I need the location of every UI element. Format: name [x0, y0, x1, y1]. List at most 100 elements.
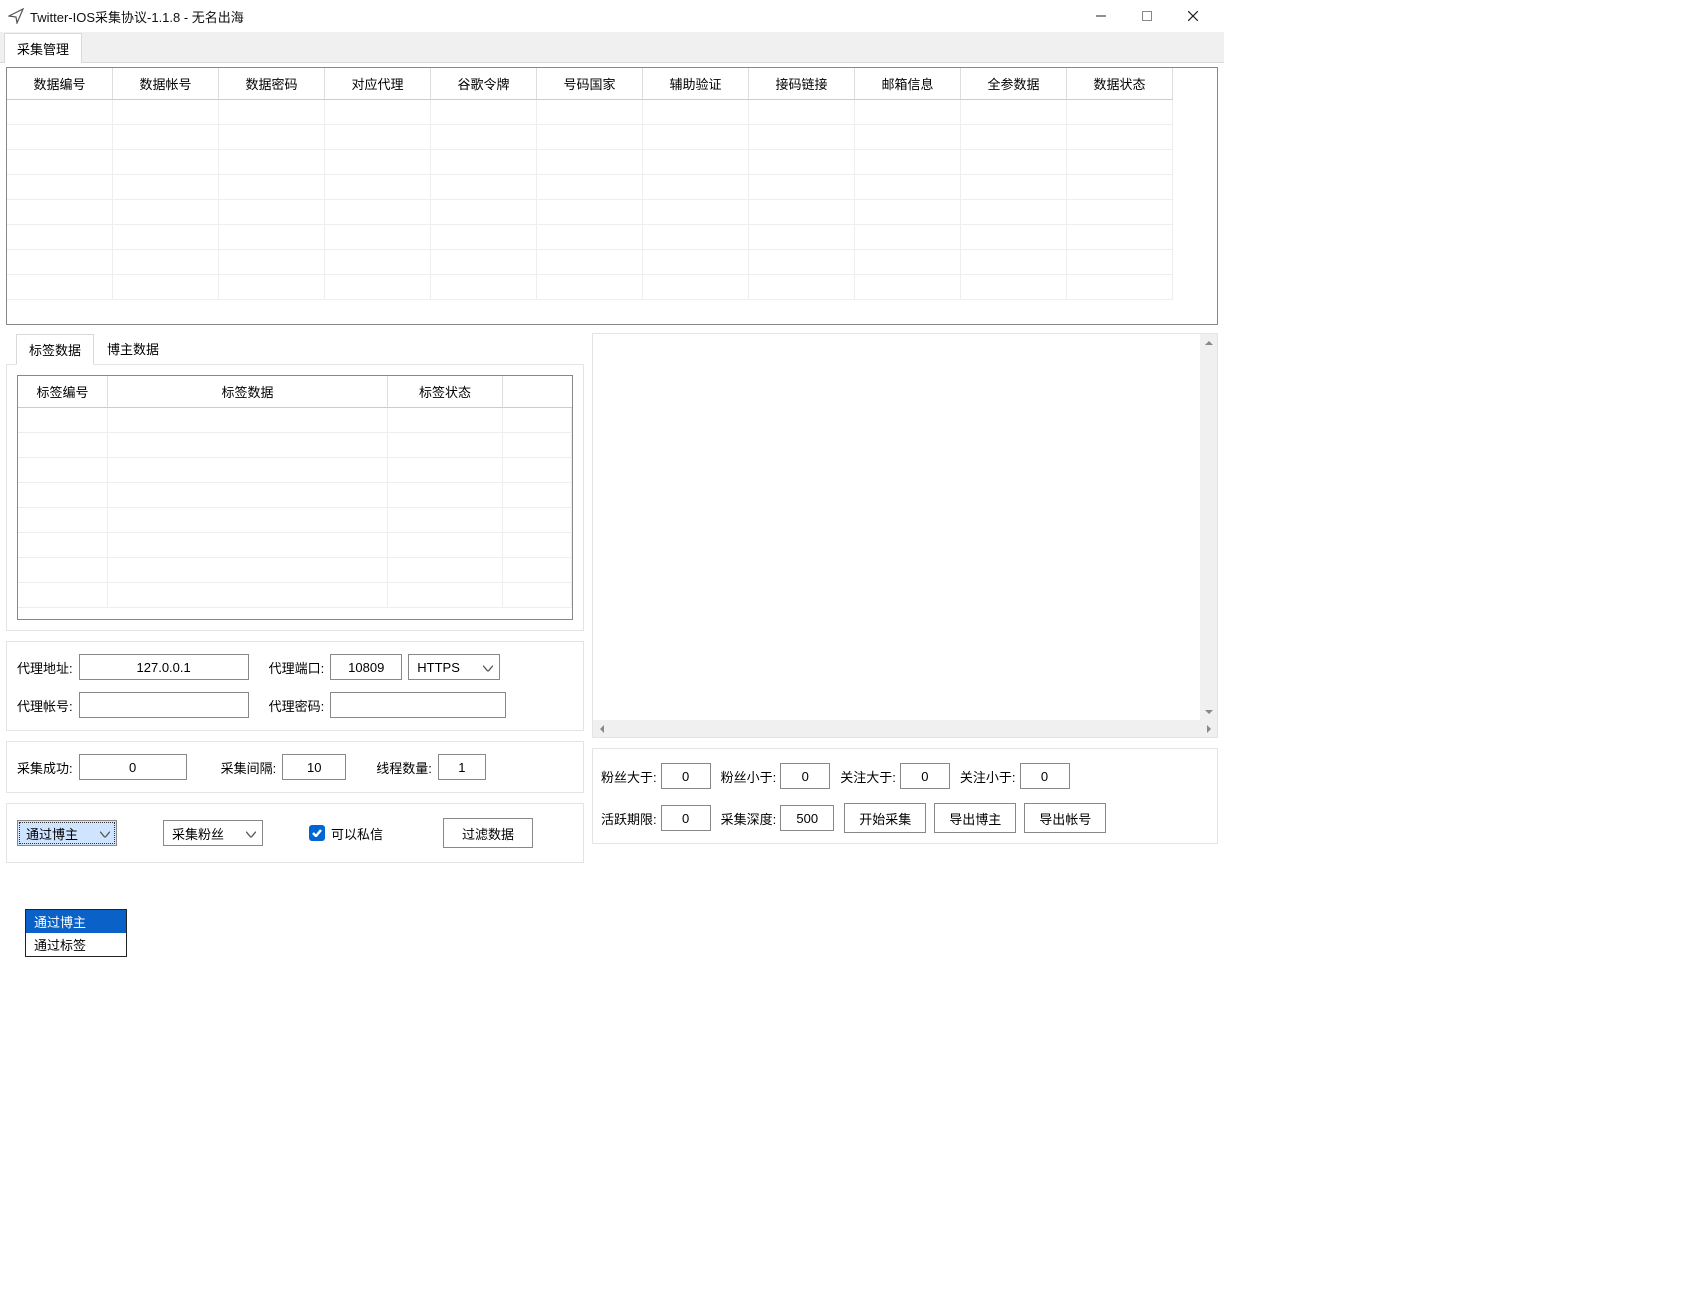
start-collect-button[interactable]: 开始采集 [844, 803, 926, 833]
titlebar: Twitter-IOS采集协议-1.1.8 - 无名出海 [0, 0, 1224, 32]
tags-table[interactable]: 标签编号 标签数据 标签状态 [17, 375, 573, 620]
table-row[interactable] [18, 533, 572, 558]
window-title: Twitter-IOS采集协议-1.1.8 - 无名出海 [30, 7, 1078, 26]
collect-by-select[interactable]: 通过博主 [17, 820, 117, 846]
follow-lt-input[interactable] [1020, 763, 1070, 789]
collect-target-select[interactable]: 采集粉丝 [163, 820, 263, 846]
col-tag-data[interactable]: 标签数据 [108, 376, 388, 408]
collect-by-value: 通过博主 [26, 824, 78, 843]
col-tag-id[interactable]: 标签编号 [18, 376, 108, 408]
table-row[interactable] [7, 100, 1217, 125]
table-row[interactable] [7, 200, 1217, 225]
col-tag-status[interactable]: 标签状态 [388, 376, 503, 408]
table-row[interactable] [7, 125, 1217, 150]
col-email-info[interactable]: 邮箱信息 [855, 68, 961, 100]
tab-blogger-data[interactable]: 博主数据 [94, 333, 172, 364]
dropdown-option-by-blogger[interactable]: 通过博主 [26, 910, 126, 933]
scroll-up-icon[interactable] [1200, 334, 1217, 351]
proxy-panel: 代理地址: 代理端口: HTTPS 代理帐号: 代理密码: [6, 641, 584, 731]
sub-tab-strip: 标签数据 博主数据 [6, 333, 584, 364]
table-row[interactable] [7, 250, 1217, 275]
col-data-password[interactable]: 数据密码 [219, 68, 325, 100]
fans-gt-label: 粉丝大于: [601, 767, 657, 786]
proxy-user-label: 代理帐号: [17, 696, 73, 715]
fans-lt-input[interactable] [780, 763, 830, 789]
col-proxy[interactable]: 对应代理 [325, 68, 431, 100]
proxy-user-input[interactable] [79, 692, 249, 718]
collect-interval-input[interactable] [282, 754, 346, 780]
chevron-down-icon [483, 660, 493, 675]
col-google-token[interactable]: 谷歌令牌 [431, 68, 537, 100]
proxy-addr-label: 代理地址: [17, 658, 73, 677]
table-row[interactable] [18, 508, 572, 533]
fans-lt-label: 粉丝小于: [721, 767, 777, 786]
table-row[interactable] [7, 275, 1217, 300]
proxy-port-label: 代理端口: [269, 658, 325, 677]
dropdown-option-by-tag[interactable]: 通过标签 [26, 933, 126, 956]
col-full-params[interactable]: 全参数据 [961, 68, 1067, 100]
fans-gt-input[interactable] [661, 763, 711, 789]
scroll-right-icon[interactable] [1200, 720, 1217, 737]
scroll-left-icon[interactable] [593, 720, 610, 737]
table-row[interactable] [7, 225, 1217, 250]
table-row[interactable] [18, 458, 572, 483]
collect-stats-panel: 采集成功: 采集间隔: 线程数量: [6, 741, 584, 793]
log-area[interactable] [592, 333, 1218, 738]
collect-success-input[interactable] [79, 754, 187, 780]
col-spacer [503, 376, 572, 408]
proxy-port-input[interactable] [330, 654, 402, 680]
table-row[interactable] [18, 583, 572, 608]
col-data-account[interactable]: 数据帐号 [113, 68, 219, 100]
export-account-button[interactable]: 导出帐号 [1024, 803, 1106, 833]
accounts-table[interactable]: 数据编号 数据帐号 数据密码 对应代理 谷歌令牌 号码国家 辅助验证 接码链接 … [6, 67, 1218, 325]
collect-interval-label: 采集间隔: [221, 758, 277, 777]
mode-panel: 通过博主 采集粉丝 可以私信 [6, 803, 584, 863]
collect-target-value: 采集粉丝 [172, 824, 224, 843]
tags-table-body [18, 408, 572, 608]
proxy-pass-label: 代理密码: [269, 696, 325, 715]
col-data-status[interactable]: 数据状态 [1067, 68, 1173, 100]
scroll-down-icon[interactable] [1200, 703, 1217, 720]
maximize-button[interactable] [1124, 1, 1170, 31]
table-row[interactable] [18, 433, 572, 458]
tab-collect-manage[interactable]: 采集管理 [4, 33, 82, 63]
col-aux-verify[interactable]: 辅助验证 [643, 68, 749, 100]
proxy-pass-input[interactable] [330, 692, 506, 718]
tags-table-header: 标签编号 标签数据 标签状态 [18, 376, 572, 408]
table-row[interactable] [7, 150, 1217, 175]
minimize-button[interactable] [1078, 1, 1124, 31]
filter-data-button[interactable]: 过滤数据 [443, 818, 533, 848]
follow-gt-label: 关注大于: [840, 767, 896, 786]
chevron-down-icon [246, 826, 256, 841]
chevron-down-icon [100, 826, 110, 841]
dm-checkbox-wrap[interactable]: 可以私信 [309, 824, 383, 843]
follow-gt-input[interactable] [900, 763, 950, 789]
paper-plane-icon [8, 8, 24, 24]
export-blogger-button[interactable]: 导出博主 [934, 803, 1016, 833]
dm-label: 可以私信 [331, 824, 383, 843]
vertical-scrollbar[interactable] [1200, 334, 1217, 720]
threads-label: 线程数量: [376, 758, 432, 777]
table-row[interactable] [7, 175, 1217, 200]
depth-input[interactable] [780, 805, 834, 831]
col-data-id[interactable]: 数据编号 [7, 68, 113, 100]
main-tab-strip: 采集管理 [0, 32, 1224, 63]
proxy-addr-input[interactable] [79, 654, 249, 680]
col-code-link[interactable]: 接码链接 [749, 68, 855, 100]
depth-label: 采集深度: [721, 809, 777, 828]
threads-input[interactable] [438, 754, 486, 780]
col-country[interactable]: 号码国家 [537, 68, 643, 100]
horizontal-scrollbar[interactable] [593, 720, 1217, 737]
collect-by-dropdown[interactable]: 通过博主 通过标签 [25, 909, 127, 957]
active-label: 活跃期限: [601, 809, 657, 828]
tab-tag-data[interactable]: 标签数据 [16, 334, 94, 365]
active-input[interactable] [661, 805, 711, 831]
close-button[interactable] [1170, 1, 1216, 31]
accounts-table-header: 数据编号 数据帐号 数据密码 对应代理 谷歌令牌 号码国家 辅助验证 接码链接 … [7, 68, 1217, 100]
table-row[interactable] [18, 558, 572, 583]
table-row[interactable] [18, 483, 572, 508]
window-controls [1078, 1, 1216, 31]
filter-panel: 粉丝大于: 粉丝小于: 关注大于: 关注小于: 活跃期限: 采集深度: 开始采集… [592, 748, 1218, 844]
proxy-protocol-select[interactable]: HTTPS [408, 654, 500, 680]
table-row[interactable] [18, 408, 572, 433]
